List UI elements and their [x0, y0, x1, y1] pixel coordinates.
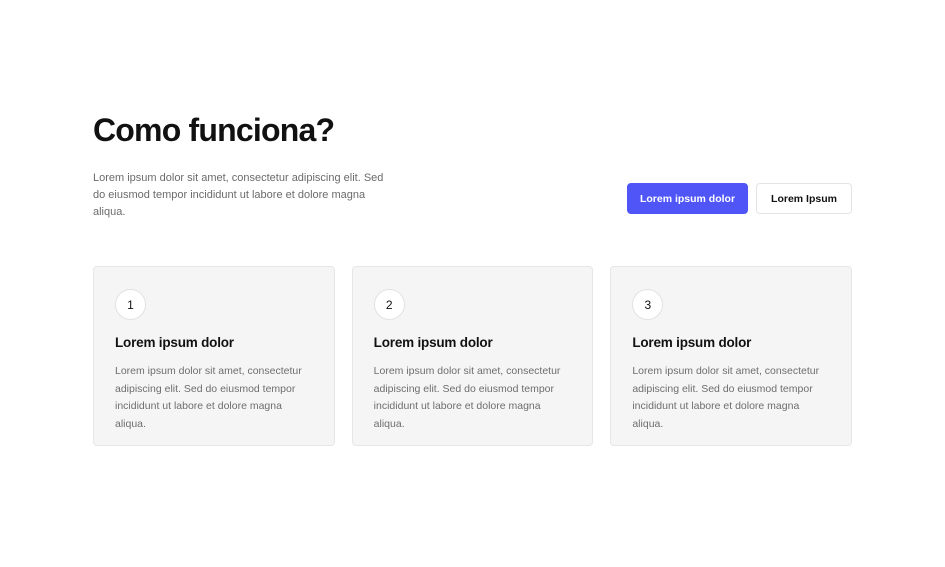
how-it-works-section: Como funciona? Lorem ipsum dolor sit ame…	[0, 0, 945, 567]
step-title: Lorem ipsum dolor	[373, 335, 493, 350]
steps-list: 1 Lorem ipsum dolor Lorem ipsum dolor si…	[93, 266, 853, 446]
step-card-2: 2 Lorem ipsum dolor Lorem ipsum dolor si…	[351, 266, 594, 446]
primary-button[interactable]: Lorem ipsum dolor	[627, 183, 748, 214]
step-description: Lorem ipsum dolor sit amet, consectetur …	[373, 365, 561, 430]
step-description: Lorem ipsum dolor sit amet, consectetur …	[115, 365, 302, 430]
step-number-badge: 3	[632, 289, 664, 320]
section-intro: Lorem ipsum dolor sit amet, consectetur …	[93, 172, 384, 218]
step-description: Lorem ipsum dolor sit amet, consectetur …	[632, 365, 820, 430]
step-title: Lorem ipsum dolor	[115, 335, 234, 350]
step-title: Lorem ipsum dolor	[632, 335, 752, 350]
step-card-3: 3 Lorem ipsum dolor Lorem ipsum dolor si…	[610, 266, 853, 446]
secondary-button[interactable]: Lorem Ipsum	[756, 183, 852, 214]
step-number-badge: 2	[373, 289, 405, 320]
step-number-badge: 1	[115, 289, 146, 320]
section-title: Como funciona?	[93, 112, 335, 148]
step-card-1: 1 Lorem ipsum dolor Lorem ipsum dolor si…	[93, 266, 335, 446]
